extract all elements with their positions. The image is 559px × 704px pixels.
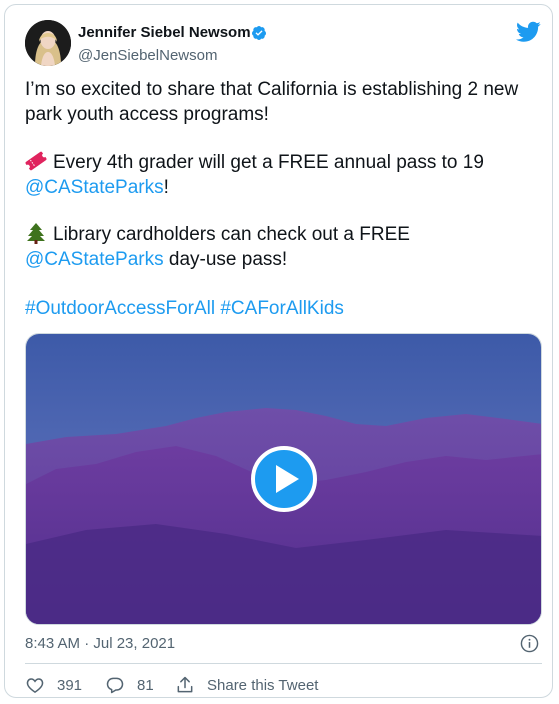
evergreen-tree-emoji-icon: [27, 223, 45, 244]
avatar-image: [25, 20, 71, 66]
like-count: 391: [57, 676, 83, 694]
share-button[interactable]: Share this Tweet: [175, 675, 318, 695]
share-icon: [177, 676, 193, 693]
ticket-emoji-icon: [25, 151, 47, 171]
author-name[interactable]: Jennifer Siebel Newsom: [78, 24, 251, 41]
tweet-timestamp[interactable]: 8:43 AM · Jul 23, 2021: [25, 635, 175, 652]
avatar[interactable]: [25, 20, 71, 66]
verified-badge-icon: [252, 26, 266, 40]
reply-count: 81: [137, 676, 154, 694]
item-2-text: Library cardholders can check out a FREE: [53, 224, 410, 245]
tweet-text-intro: I’m so excited to share that California …: [25, 77, 545, 127]
twitter-bird-icon[interactable]: [516, 21, 541, 43]
tweet-hashtags: #OutdoorAccessForAll #CAForAllKids: [25, 296, 545, 321]
reply-icon: [106, 677, 124, 694]
divider: [25, 663, 542, 664]
share-label: Share this Tweet: [207, 676, 319, 694]
mention-castateparks-2[interactable]: @CAStateParks: [25, 249, 164, 270]
tweet-line-1: I’m so excited to share that California …: [25, 79, 519, 100]
like-button[interactable]: 391: [25, 675, 82, 695]
heart-icon: [26, 678, 44, 693]
hashtag-caforallkids[interactable]: #CAForAllKids: [220, 298, 344, 319]
item-1-text: Every 4th grader will get a FREE annual …: [53, 152, 484, 173]
item-1-tail: !: [163, 177, 169, 198]
hashtag-outdooraccessforall[interactable]: #OutdoorAccessForAll: [25, 298, 215, 319]
tweet-item-2: Library cardholders can check out a FREE…: [25, 222, 545, 272]
tweet-line-2: park youth access programs!: [25, 104, 269, 125]
reply-button[interactable]: 81: [105, 675, 154, 695]
info-icon[interactable]: [520, 634, 539, 653]
mention-castateparks-1[interactable]: @CAStateParks: [25, 177, 164, 198]
author-handle[interactable]: @JenSiebelNewsom: [78, 47, 217, 64]
tweet-item-1: Every 4th grader will get a FREE annual …: [25, 150, 545, 200]
item-2-tail: day-use pass!: [163, 249, 288, 270]
video-player[interactable]: [25, 333, 542, 625]
play-icon[interactable]: [251, 446, 317, 512]
tweet-card: Jennifer Siebel Newsom @JenSiebelNewsom …: [4, 4, 553, 698]
